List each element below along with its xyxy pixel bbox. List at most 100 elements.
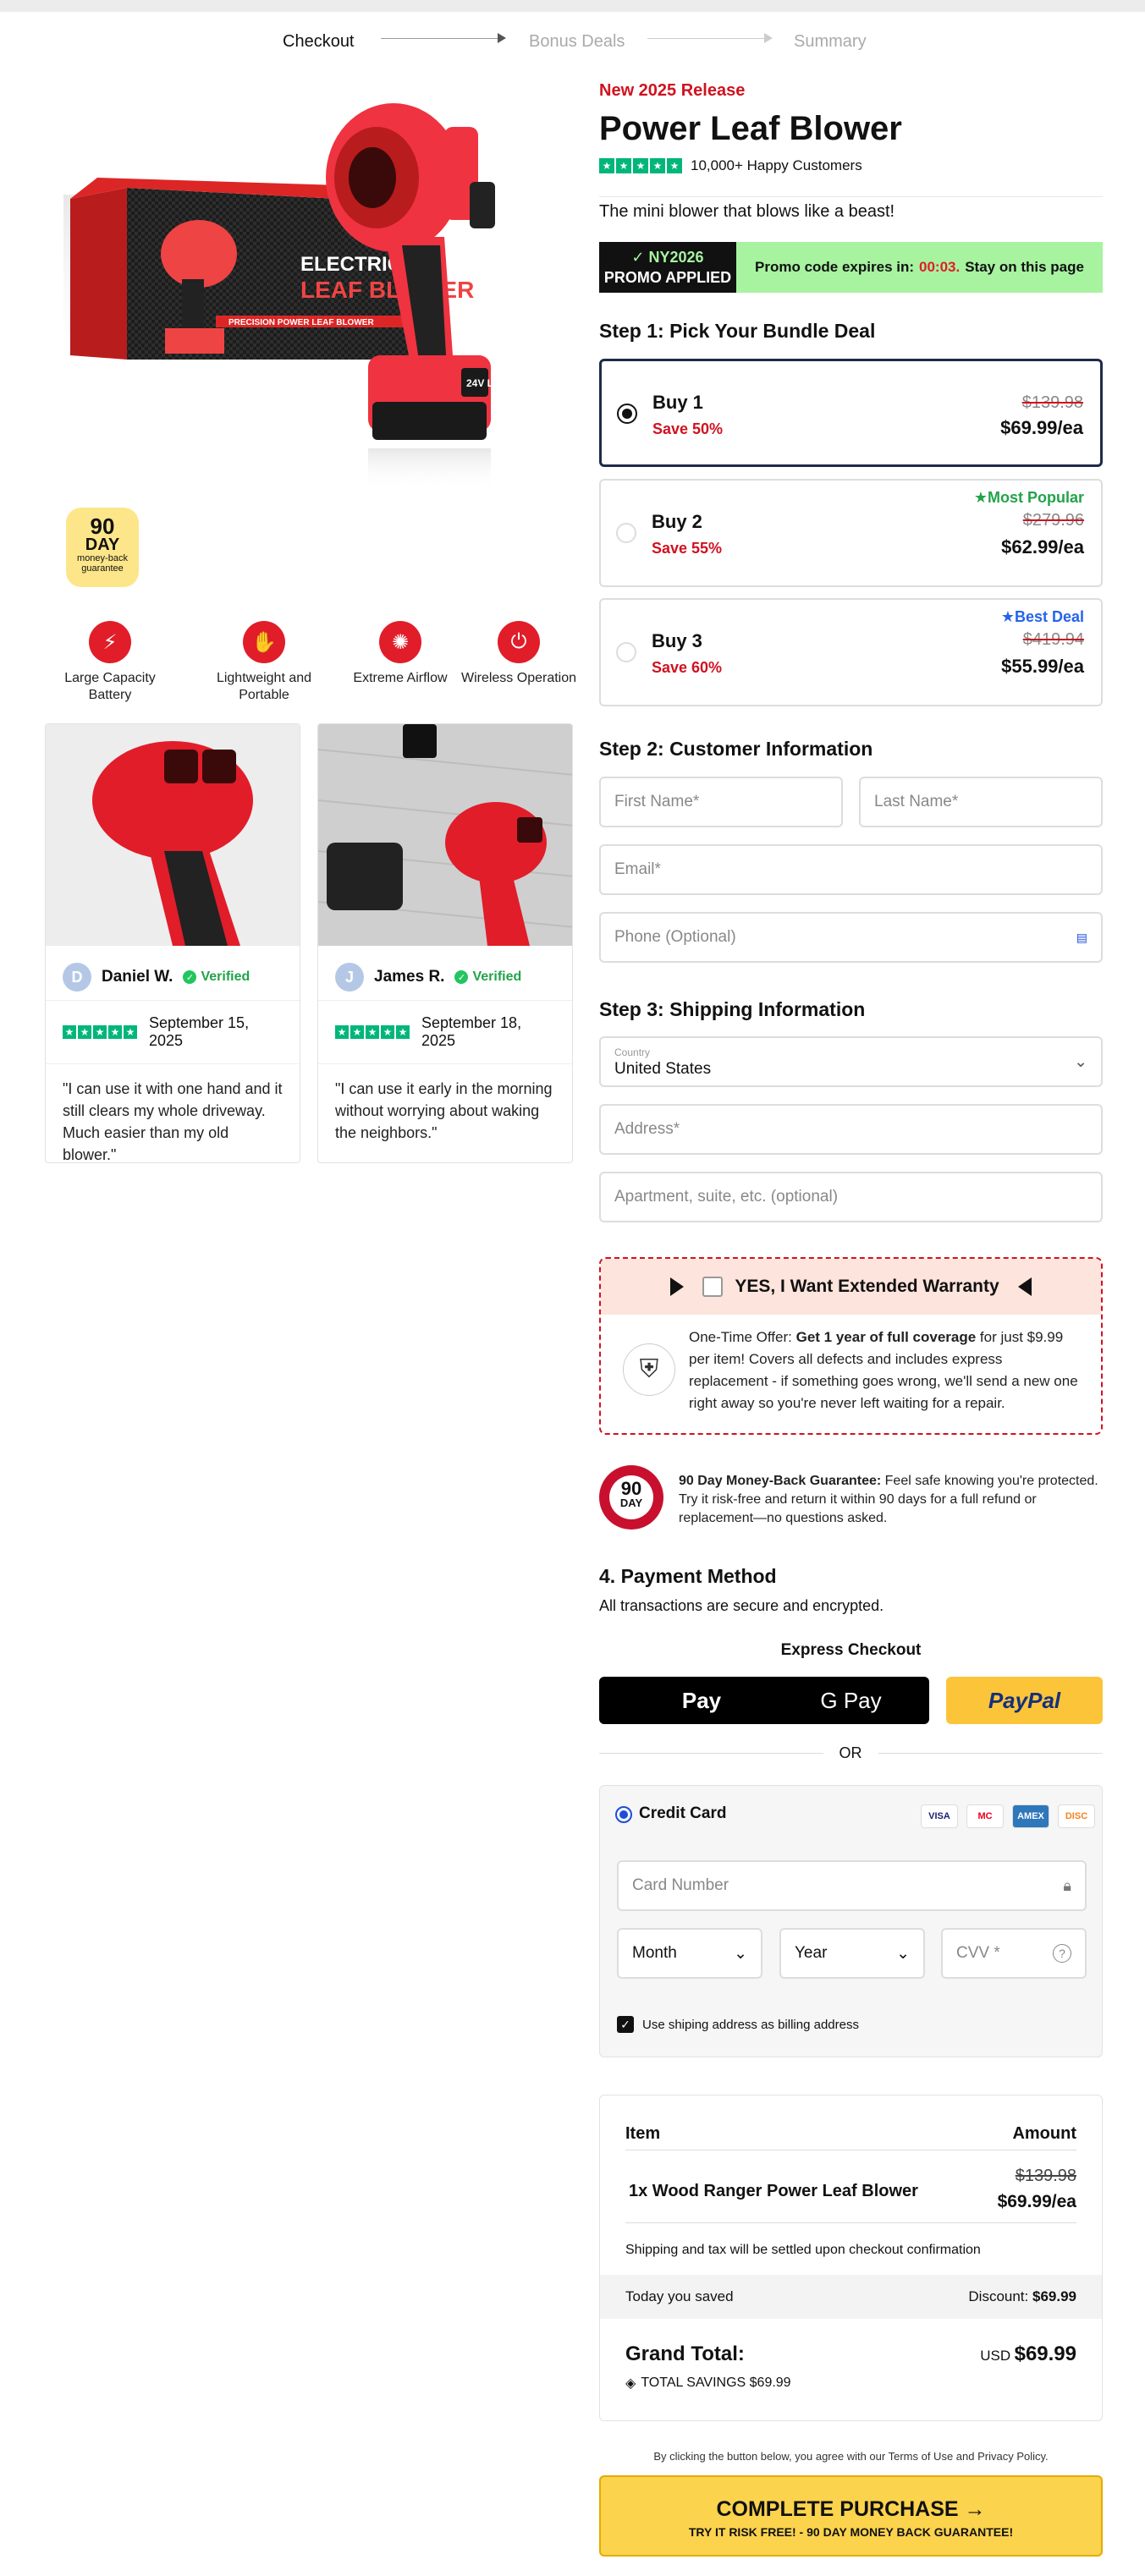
warranty-header[interactable]: YES, I Want Extended Warranty: [601, 1259, 1101, 1315]
credit-card-radio[interactable]: [615, 1806, 632, 1823]
bundle-tag: ★Most Popular: [973, 489, 1084, 506]
bundle-radio[interactable]: [617, 404, 637, 424]
review-photo: [318, 724, 572, 946]
warranty-checkbox[interactable]: [702, 1277, 724, 1297]
google-pay-button[interactable]: G Pay: [773, 1677, 929, 1724]
help-icon[interactable]: ?: [1053, 1944, 1071, 1963]
bundle-old-price: $279.96: [1022, 511, 1084, 530]
bundle-old-price: $419.94: [1022, 630, 1084, 649]
rating-stars: ★ ★ ★ ★ ★: [63, 1025, 139, 1039]
billing-checkbox[interactable]: ✓: [617, 2016, 634, 2033]
promo-code-text: ✓ NY2026: [631, 249, 704, 266]
complete-purchase-button[interactable]: COMPLETE PURCHASE → TRY IT RISK FREE! - …: [599, 2475, 1103, 2557]
product-title: Power Leaf Blower: [599, 110, 902, 147]
star-icon: ★: [366, 1025, 379, 1039]
promo-stay-label: Stay on this page: [965, 259, 1084, 275]
address-field[interactable]: Address*: [599, 1104, 1103, 1155]
card-number-field[interactable]: Card Number 🔒︎: [617, 1860, 1087, 1911]
review-meta: ★ ★ ★ ★ ★ September 15, 2025: [46, 1001, 300, 1064]
step2-heading: Step 2: Customer Information: [599, 738, 873, 760]
currency-label: USD: [980, 2348, 1011, 2364]
step1-heading: Step 1: Pick Your Bundle Deal: [599, 320, 876, 342]
bundle-old-price: $139.98: [1021, 393, 1083, 412]
bundle-price: $69.99/ea: [1000, 417, 1083, 438]
express-checkout-label: Express Checkout: [780, 1641, 922, 1659]
review-header: D Daniel W. ✓ Verified: [46, 946, 300, 1001]
country-select[interactable]: Country United States ⌄: [599, 1036, 1103, 1087]
bundle-radio[interactable]: [616, 523, 636, 543]
review-date: September 18, 2025: [421, 1014, 522, 1049]
star-icon: ★: [667, 158, 682, 173]
first-name-field[interactable]: First Name*: [599, 777, 843, 827]
total-savings-text: TOTAL SAVINGS $69.99: [641, 2376, 791, 2390]
apple-pay-button[interactable]: Pay: [599, 1677, 802, 1724]
paypal-button[interactable]: PayPal: [946, 1677, 1103, 1724]
money-back-badge: 90 DAY money-back guarantee: [66, 508, 139, 587]
box-caption: PRECISION POWER LEAF BLOWER: [228, 318, 374, 327]
star-icon: ★: [396, 1025, 410, 1039]
cvv-field[interactable]: CVV *?: [941, 1928, 1087, 1979]
review-date: September 15, 2025: [149, 1014, 250, 1049]
amex-icon: AMEX: [1012, 1804, 1049, 1828]
last-name-field[interactable]: Last Name*: [859, 777, 1103, 827]
country-value: United States: [614, 1060, 712, 1078]
warranty-lead: One-Time Offer:: [689, 1329, 796, 1345]
phone-field[interactable]: Phone (Optional) ▤: [599, 912, 1103, 963]
reviewer-name: Daniel W.: [102, 968, 173, 986]
checkout-steps: Checkout Bonus Deals Summary: [0, 25, 1145, 59]
step-divider: [381, 38, 499, 39]
bundle-name: Buy 3: [652, 630, 702, 651]
plug-icon: ⏻: [498, 621, 540, 663]
reviewer-name: James R.: [374, 968, 445, 986]
star-icon: ★: [381, 1025, 394, 1039]
payment-subtitle: All transactions are secure and encrypte…: [599, 1597, 884, 1614]
promo-banner: ✓ NY2026 PROMO APPLIED Promo code expire…: [599, 242, 1103, 293]
rating-stars: ★ ★ ★ ★ ★: [599, 158, 684, 173]
verified-label: Verified: [201, 969, 250, 984]
review-card: D Daniel W. ✓ Verified ★ ★ ★ ★ ★ September 15…: [45, 723, 300, 1163]
email-field[interactable]: Email*: [599, 844, 1103, 895]
release-label: New 2025 Release: [599, 81, 746, 100]
verified-badge: ✓ Verified: [183, 969, 250, 985]
order-summary: Item Amount 1x Wood Ranger Power Leaf Bl…: [599, 2095, 1103, 2421]
bundle-option-buy3[interactable]: ★Best Deal Buy 3 Save 60% $419.94 $55.99…: [599, 598, 1103, 706]
step3-heading: Step 3: Shipping Information: [599, 998, 866, 1020]
bundle-savings: Save 60%: [652, 659, 723, 676]
badge-text: guarantee: [81, 563, 124, 574]
bundle-tag: ★Best Deal: [1000, 608, 1084, 625]
feature-airflow: ✺ Extreme Airflow: [337, 621, 464, 687]
bundle-radio[interactable]: [616, 642, 636, 662]
shipping-note: Shipping and tax will be settled upon ch…: [625, 2243, 981, 2257]
promo-code: ✓ NY2026 PROMO APPLIED: [599, 242, 736, 293]
cvv-placeholder: CVV *: [956, 1944, 1000, 1962]
review-meta: ★ ★ ★ ★ ★ September 18, 2025: [318, 1001, 572, 1064]
promo-applied-text: PROMO APPLIED: [603, 269, 732, 286]
review-photo: [46, 724, 300, 946]
warranty-description: One-Time Offer: Get 1 year of full cover…: [689, 1326, 1081, 1414]
year-select[interactable]: Year ⌄: [779, 1928, 925, 1979]
battery-icon: ⚡: [89, 621, 131, 663]
billing-option[interactable]: ✓ Use shiping address as billing address: [617, 2016, 859, 2033]
country-label: Country: [614, 1046, 651, 1058]
credit-card-panel: Credit Card VISA MC AMEX DISC Card Numbe…: [599, 1785, 1103, 2057]
month-select[interactable]: Month ⌄: [617, 1928, 762, 1979]
credit-card-label: Credit Card: [639, 1804, 727, 1822]
bundle-savings: Save 55%: [652, 540, 723, 557]
bundle-option-buy2[interactable]: ★Most Popular Buy 2 Save 55% $279.96 $62…: [599, 479, 1103, 587]
badge-number: 90: [90, 514, 115, 539]
star-icon: ★: [616, 158, 631, 173]
hand-icon: ✋: [243, 621, 285, 663]
bundle-option-buy1[interactable]: Buy 1 Save 50% $139.98 $69.99/ea: [599, 359, 1103, 467]
feature-battery: ⚡ Large Capacity Battery: [47, 621, 173, 704]
summary-old-price: $139.98: [1015, 2167, 1076, 2185]
bundle-savings: Save 50%: [652, 420, 724, 437]
amount-header: Amount: [1012, 2124, 1076, 2143]
badge-day: DAY: [85, 536, 120, 554]
review-card: J James R. ✓ Verified ★ ★ ★ ★ ★ September 18,…: [317, 723, 573, 1163]
apartment-field[interactable]: Apartment, suite, etc. (optional): [599, 1172, 1103, 1222]
grand-total-label: Grand Total:: [625, 2343, 745, 2365]
month-value: Month: [632, 1944, 677, 1962]
us-flag-icon[interactable]: ▤: [1076, 931, 1087, 945]
promo-expires-label: Promo code expires in:: [755, 259, 915, 275]
star-icon: ★: [335, 1025, 349, 1039]
